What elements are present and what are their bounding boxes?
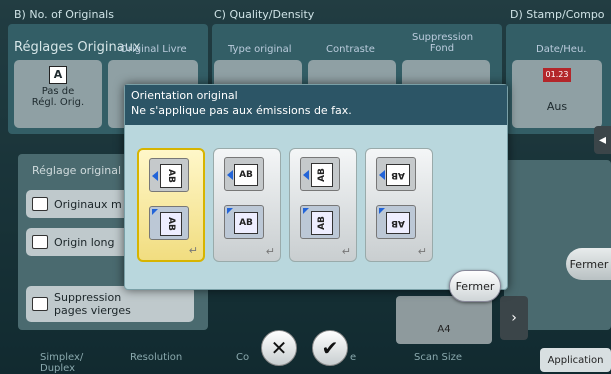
suppression-pages-label: Suppression pages vierges xyxy=(54,291,131,317)
color-tab[interactable]: Co xyxy=(236,352,249,363)
page-ab-text: AB xyxy=(160,164,182,188)
orientation-option-top-up[interactable]: AB AB ↵ xyxy=(137,148,205,262)
back-arrow-icon[interactable]: ◂ xyxy=(594,126,611,154)
return-icon: ↵ xyxy=(265,245,275,258)
tab-quality-density[interactable]: C) Quality/Density xyxy=(214,8,314,21)
pas-de-reglage-label: Pas de Régl. Orig. xyxy=(31,86,85,108)
dialog-header: Orientation original Ne s'applique pas a… xyxy=(125,85,507,125)
next-arrow-icon[interactable]: › xyxy=(500,296,528,340)
originaux-mixtes-button[interactable]: Originaux m xyxy=(26,190,136,218)
return-icon: ↵ xyxy=(417,245,427,258)
application-tab[interactable]: Application xyxy=(540,348,611,372)
return-icon: ↵ xyxy=(341,245,351,258)
scan-size-tab[interactable]: Scan Size xyxy=(414,352,462,363)
origin-long-label: Origin long xyxy=(54,235,115,249)
fermer-button[interactable]: Fermer xyxy=(449,270,501,302)
date-heure-label: Date/Heu. xyxy=(536,44,587,55)
dialog-message: Ne s'applique pas aux émissions de fax. xyxy=(131,104,352,117)
page-ab-text: AB xyxy=(386,212,410,234)
orientation-doc-icon: AB xyxy=(300,157,340,191)
originaux-mixtes-label: Originaux m xyxy=(54,197,122,211)
orientation-dialog: Orientation original Ne s'applique pas a… xyxy=(124,84,508,290)
pas-de-reglage-button[interactable]: A Pas de Régl. Orig. xyxy=(14,60,102,128)
contraste-label: Contraste xyxy=(326,44,375,55)
page-ab-text: AB xyxy=(311,211,333,235)
origin-long-button[interactable]: Origin long xyxy=(26,228,136,256)
cancel-button[interactable]: ✕ xyxy=(261,330,297,366)
return-icon: ↵ xyxy=(188,244,198,257)
aus-label: Aus xyxy=(546,100,568,113)
fermer-secondary-button[interactable]: Fermer xyxy=(566,248,611,280)
page-ab-text: AB xyxy=(311,163,333,187)
dialog-title: Orientation original xyxy=(131,89,238,102)
originaux-icon xyxy=(32,197,48,211)
orientation-option-top-left[interactable]: AB AB ↵ xyxy=(213,148,281,262)
page-ab-text: AB xyxy=(386,164,410,186)
original-livre-label: Original Livre xyxy=(120,44,187,55)
suppression-pages-icon xyxy=(32,297,48,311)
ok-button[interactable]: ✔ xyxy=(312,330,348,366)
tab-no-of-originals[interactable]: B) No. of Originals xyxy=(14,8,114,21)
file-type-tab[interactable]: e xyxy=(350,352,356,363)
orientation-result-icon: AB xyxy=(300,205,340,239)
orientation-result-icon: AB xyxy=(224,205,264,239)
suppression-fond-label: Suppression Fond xyxy=(412,32,474,54)
original-a-icon: A xyxy=(49,66,67,84)
page-ab-text: AB xyxy=(234,212,258,234)
date-heure-button[interactable]: 01.23 Aus xyxy=(512,60,602,128)
orientation-result-icon: AB xyxy=(376,205,416,239)
orientation-doc-icon: AB xyxy=(376,157,416,191)
tab-stamp-compo[interactable]: D) Stamp/Compo xyxy=(510,8,605,21)
page-ab-text: AB xyxy=(160,212,182,236)
page-ab-text: AB xyxy=(234,164,258,186)
simplex-duplex-tab[interactable]: Simplex/ Duplex xyxy=(40,352,100,374)
date-icon: 01.23 xyxy=(543,68,571,82)
orientation-doc-icon: AB xyxy=(224,157,264,191)
orientation-option-upside-down[interactable]: AB AB ↵ xyxy=(365,148,433,262)
a4-label: A4 xyxy=(437,324,451,335)
orientation-doc-icon: AB xyxy=(149,158,189,192)
scan-size-button[interactable]: A4 xyxy=(396,296,492,344)
resolution-tab[interactable]: Resolution xyxy=(130,352,182,363)
origin-long-icon xyxy=(32,235,48,249)
reglage-original-label: Réglage original xyxy=(32,164,122,177)
orientation-result-icon: AB xyxy=(149,206,189,240)
orientation-option-rotated[interactable]: AB AB ↵ xyxy=(289,148,357,262)
suppression-pages-button[interactable]: Suppression pages vierges xyxy=(26,286,194,322)
type-original-label: Type original xyxy=(228,44,292,55)
